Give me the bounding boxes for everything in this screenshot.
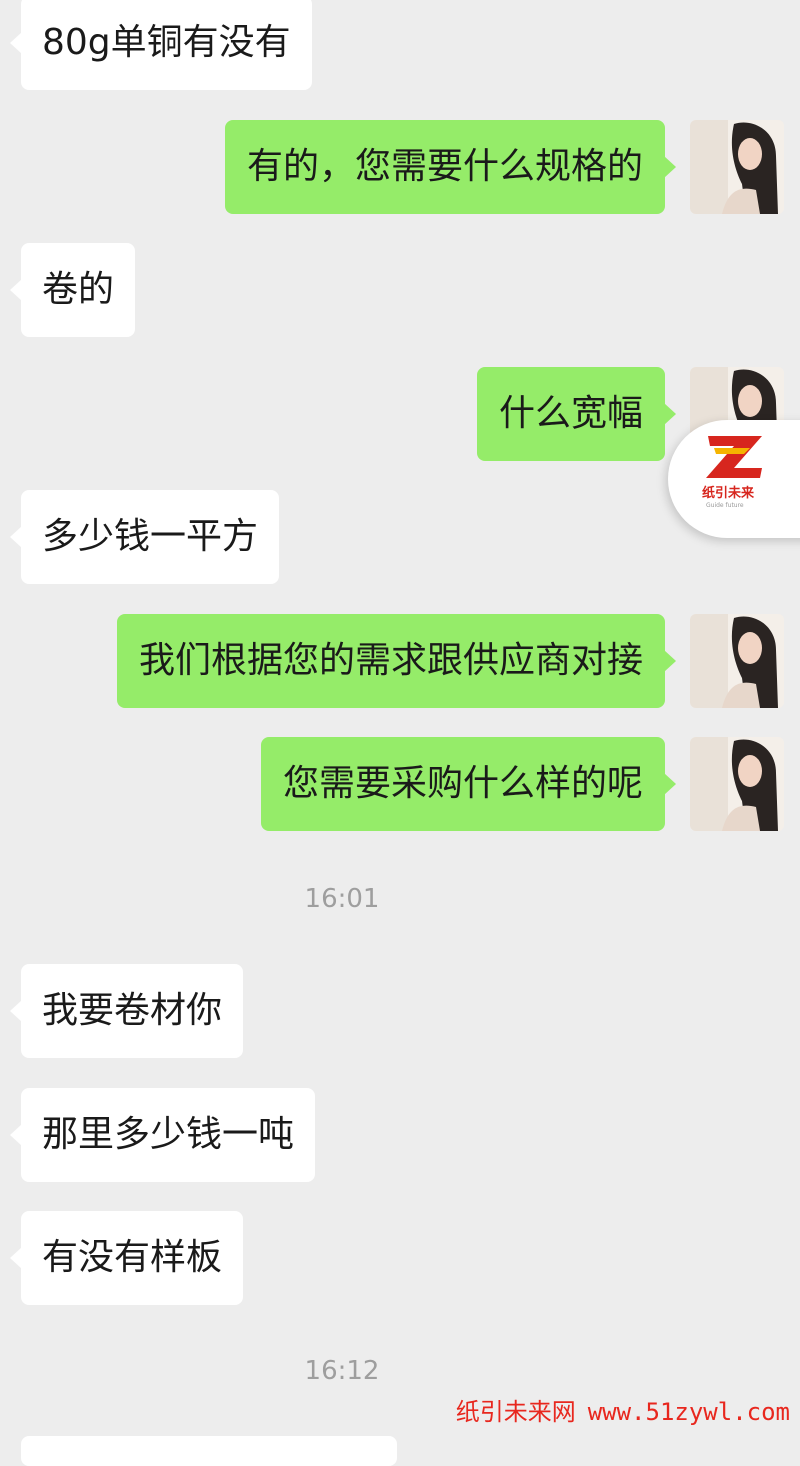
message-text: 什么宽幅 bbox=[498, 393, 643, 434]
sender-avatar[interactable] bbox=[690, 737, 784, 831]
message-bubble-incoming[interactable]: 卷的 bbox=[9, 243, 136, 337]
logo-sub-text: Guide future bbox=[706, 502, 744, 509]
message-text: 我们根据您的需求跟供应商对接 bbox=[138, 640, 643, 681]
watermark-url: www.51zywl.com bbox=[587, 1398, 790, 1426]
message-text: 我要卷材你 bbox=[42, 990, 223, 1031]
logo-brand-text: 纸引未来 bbox=[702, 486, 755, 501]
message-timestamp: 16:12 bbox=[304, 1356, 380, 1386]
sender-avatar[interactable] bbox=[690, 614, 784, 708]
message-bubble-incoming[interactable]: 我要卷材你 bbox=[9, 964, 244, 1058]
message-bubble-incoming-partial[interactable] bbox=[21, 1436, 397, 1466]
message-text: 80g单铜有没有 bbox=[42, 22, 291, 63]
message-text: 有的，您需要什么规格的 bbox=[246, 146, 643, 187]
site-watermark: 纸引未来网 www.51zywl.com bbox=[456, 1392, 790, 1427]
message-bubble-incoming[interactable]: 80g单铜有没有 bbox=[10, 0, 312, 90]
message-bubble-outgoing[interactable]: 我们根据您的需求跟供应商对接 bbox=[116, 614, 677, 708]
message-text: 您需要采购什么样的呢 bbox=[282, 763, 643, 804]
message-timestamp: 16:01 bbox=[304, 884, 380, 914]
message-bubble-incoming[interactable]: 有没有样板 bbox=[9, 1211, 244, 1305]
watermark-site-name: 纸引未来网 bbox=[455, 1398, 576, 1426]
message-bubble-incoming[interactable]: 多少钱一平方 bbox=[9, 490, 280, 584]
sender-avatar[interactable] bbox=[690, 120, 784, 214]
message-bubble-outgoing[interactable]: 有的，您需要什么规格的 bbox=[224, 120, 677, 214]
message-text: 那里多少钱一吨 bbox=[42, 1114, 295, 1155]
floating-logo-button[interactable]: 纸引未来 Guide future bbox=[668, 420, 800, 538]
message-text: 卷的 bbox=[42, 269, 115, 310]
message-bubble-outgoing[interactable]: 您需要采购什么样的呢 bbox=[260, 737, 677, 831]
message-text: 有没有样板 bbox=[42, 1237, 223, 1278]
message-bubble-incoming[interactable]: 那里多少钱一吨 bbox=[9, 1088, 316, 1182]
z-logo-icon bbox=[704, 434, 766, 484]
message-bubble-outgoing[interactable]: 什么宽幅 bbox=[476, 367, 677, 461]
message-text: 多少钱一平方 bbox=[42, 516, 259, 557]
